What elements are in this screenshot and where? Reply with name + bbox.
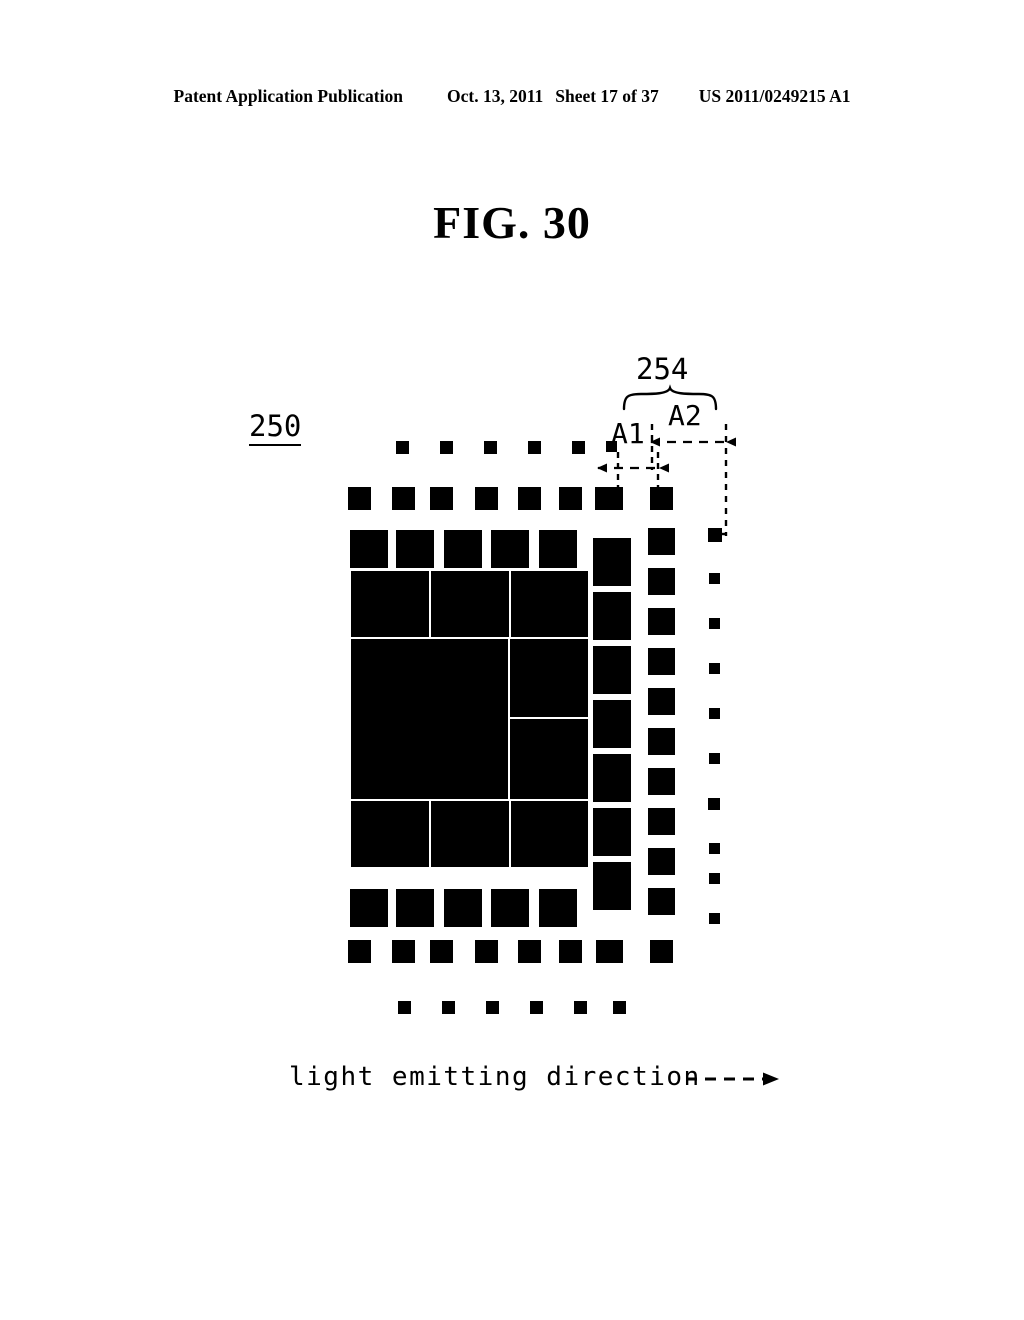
reference-numeral-250: 250 bbox=[249, 412, 302, 446]
dimension-a1 bbox=[597, 452, 669, 500]
dimension-a2 bbox=[650, 424, 736, 536]
dimension-overlay bbox=[597, 384, 779, 1086]
reference-numeral-254: 254 bbox=[636, 352, 689, 386]
figure-caption: light emitting direction bbox=[289, 1062, 701, 1092]
zone-label-a1: A1 bbox=[611, 417, 645, 450]
zone-label-a2: A2 bbox=[668, 399, 702, 432]
figure-drawing: 250 254 A1 A2 light emitting direction bbox=[0, 0, 1024, 1320]
